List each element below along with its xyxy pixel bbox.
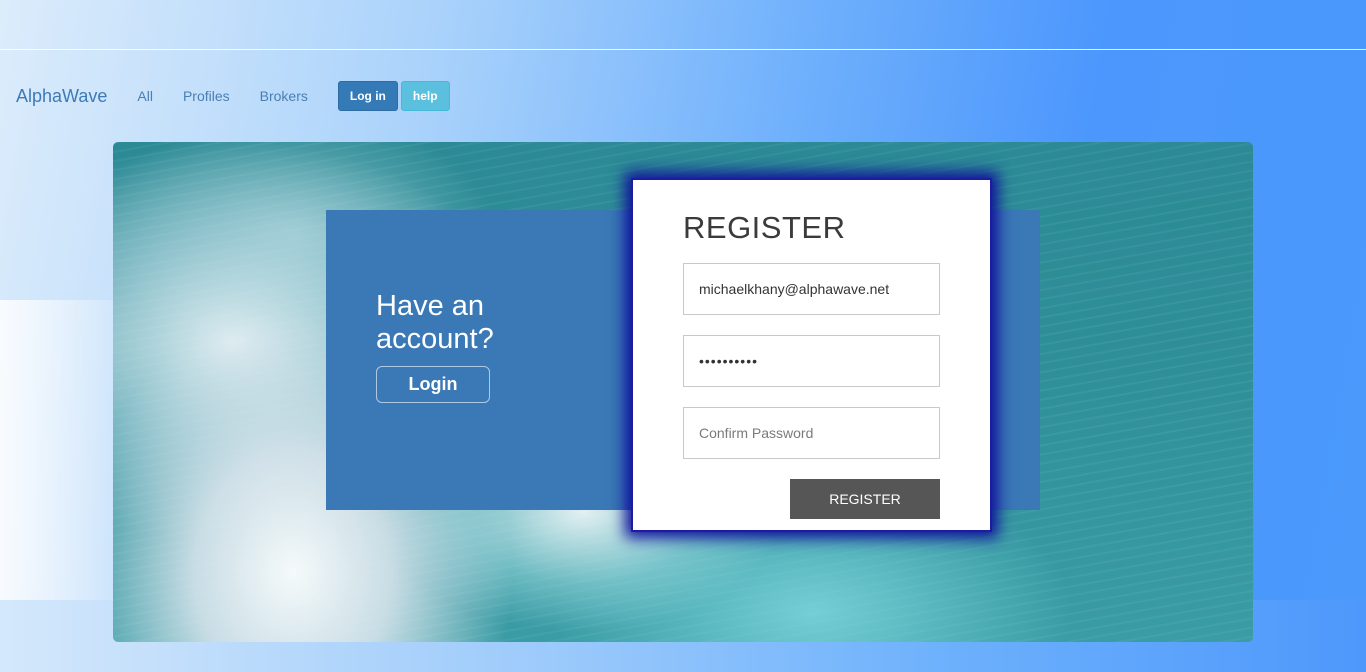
have-account-heading: Have an account? [376, 290, 494, 355]
login-button[interactable]: Login [376, 366, 490, 403]
top-divider [0, 49, 1366, 50]
register-title: REGISTER [683, 210, 846, 245]
password-field[interactable] [683, 335, 940, 387]
nav-login-button[interactable]: Log in [337, 81, 398, 111]
nav-link-all[interactable]: All [137, 88, 153, 104]
brand-logo[interactable]: AlphaWave [16, 86, 107, 107]
nav-link-brokers[interactable]: Brokers [260, 88, 308, 104]
nav-help-button[interactable]: help [400, 81, 450, 111]
confirm-password-field[interactable] [683, 407, 940, 459]
nav-link-profiles[interactable]: Profiles [183, 88, 230, 104]
register-card: REGISTER REGISTER [633, 180, 990, 530]
email-field[interactable] [683, 263, 940, 315]
register-submit-button[interactable]: REGISTER [790, 479, 940, 519]
navbar: AlphaWave All Profiles Brokers Log in he… [16, 81, 450, 111]
